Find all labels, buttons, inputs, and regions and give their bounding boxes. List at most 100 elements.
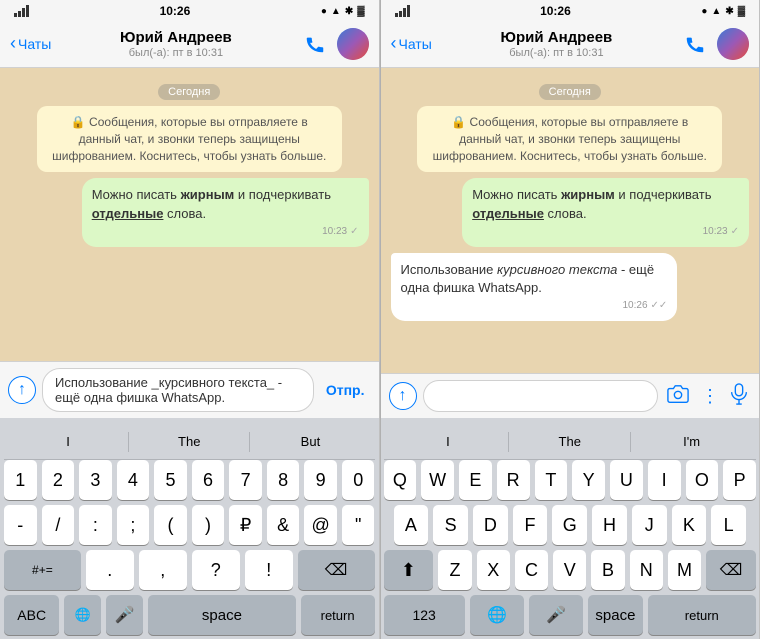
key-space-left[interactable]: space [148,595,296,635]
key-m[interactable]: M [668,550,701,590]
key-1[interactable]: 1 [4,460,37,500]
header-actions-right [681,28,749,60]
key-globe-right[interactable]: 🌐 [470,595,524,635]
key-2[interactable]: 2 [42,460,75,500]
key-amp[interactable]: & [267,505,300,545]
mic-button-right[interactable] [727,381,751,412]
key-y[interactable]: Y [572,460,605,500]
bubble1-time-right: 10:23 [703,225,728,239]
chat-header-left: ‹ Чаты Юрий Андреев был(-а): пт в 10:31 [0,20,379,68]
key-lparen[interactable]: ( [154,505,187,545]
text-input-left[interactable]: Использование _курсивного текста_ - ещё … [42,368,314,412]
key-r[interactable]: R [497,460,530,500]
call-button-left[interactable] [301,30,329,58]
call-button-right[interactable] [681,30,709,58]
key-j[interactable]: J [632,505,667,545]
key-mic-right[interactable]: 🎤 [529,595,583,635]
back-button-right[interactable]: ‹ Чаты [391,33,432,54]
key-3[interactable]: 3 [79,460,112,500]
camera-button-right[interactable] [664,381,692,412]
avatar-left[interactable] [337,28,369,60]
suggestion-but-left[interactable]: But [250,434,370,449]
chat-area-right[interactable]: Сегодня 🔒 Сообщения, которые вы отправля… [381,68,760,373]
scroll-button-left[interactable]: ↑ [8,376,36,404]
key-quote[interactable]: " [342,505,375,545]
key-colon[interactable]: : [79,505,112,545]
key-d[interactable]: D [473,505,508,545]
key-0[interactable]: 0 [342,460,375,500]
key-delete-right[interactable]: ⌫ [706,550,756,590]
chat-area-left[interactable]: Сегодня 🔒 Сообщения, которые вы отправля… [0,68,379,361]
key-return-right[interactable]: return [648,595,756,635]
suggestion-i-right[interactable]: I [388,434,509,449]
key-4[interactable]: 4 [117,460,150,500]
key-exclaim[interactable]: ! [245,550,293,590]
key-z[interactable]: Z [438,550,471,590]
suggestion-the-left[interactable]: The [129,434,249,449]
key-u[interactable]: U [610,460,643,500]
key-123[interactable]: 123 [384,595,465,635]
more-button-right[interactable]: ⋮ [698,384,721,409]
key-q[interactable]: Q [384,460,417,500]
key-x[interactable]: X [477,550,510,590]
key-dash[interactable]: - [4,505,37,545]
key-a[interactable]: A [394,505,429,545]
key-symbol-toggle[interactable]: #+= [4,550,81,590]
key-period[interactable]: . [86,550,134,590]
bubble1-row-left: Можно писать жирным и подчеркивать отдел… [10,178,369,246]
key-v[interactable]: V [553,550,586,590]
key-8[interactable]: 8 [267,460,300,500]
key-question[interactable]: ? [192,550,240,590]
key-5[interactable]: 5 [154,460,187,500]
battery-icon-r: ▓ [738,6,745,17]
bluetooth-icon: ✱ [345,6,353,17]
qwerty-row-4: 123 🌐 🎤 space return [384,595,757,635]
key-globe-left[interactable]: 🌐 [64,595,101,635]
key-delete-left[interactable]: ⌫ [298,550,375,590]
key-s[interactable]: S [433,505,468,545]
key-mic-left[interactable]: 🎤 [106,595,143,635]
key-abc[interactable]: ABC [4,595,59,635]
key-shift[interactable]: ⬆ [384,550,434,590]
key-at[interactable]: @ [304,505,337,545]
key-c[interactable]: C [515,550,548,590]
key-p[interactable]: P [723,460,756,500]
key-n[interactable]: N [630,550,663,590]
key-7[interactable]: 7 [229,460,262,500]
key-return-left[interactable]: return [301,595,375,635]
key-slash[interactable]: / [42,505,75,545]
back-button-left[interactable]: ‹ Чаты [10,33,51,54]
key-g[interactable]: G [552,505,587,545]
key-f[interactable]: F [513,505,548,545]
key-l[interactable]: L [711,505,746,545]
key-e[interactable]: E [459,460,492,500]
key-t[interactable]: T [535,460,568,500]
key-9[interactable]: 9 [304,460,337,500]
key-semicolon[interactable]: ; [117,505,150,545]
input-text-left: Использование _курсивного текста_ - ещё … [55,375,301,405]
key-comma[interactable]: , [139,550,187,590]
text-input-right[interactable] [423,380,659,412]
key-k[interactable]: K [672,505,707,545]
send-button-left[interactable]: Отпр. [320,378,371,402]
bold-underline-word-r: отдельные [472,206,544,221]
bold-underline-word: отдельные [92,206,164,221]
left-panel: 10:26 ● ▲ ✱ ▓ ‹ Чаты Юрий Андреев был(-а… [0,0,380,639]
key-b[interactable]: B [591,550,624,590]
input-area-right: ↑ ⋮ [381,373,760,418]
suggestion-the-right[interactable]: The [509,434,630,449]
avatar-right[interactable] [717,28,749,60]
key-6[interactable]: 6 [192,460,225,500]
key-h[interactable]: H [592,505,627,545]
scroll-button-right[interactable]: ↑ [389,382,417,410]
suggestion-i-left[interactable]: I [8,434,128,449]
suggestions-right: I The I'm [384,424,757,460]
key-i[interactable]: I [648,460,681,500]
status-time-right: 10:26 [410,4,702,18]
key-ruble[interactable]: ₽ [229,505,262,545]
key-w[interactable]: W [421,460,454,500]
key-rparen[interactable]: ) [192,505,225,545]
suggestion-im-right[interactable]: I'm [631,434,752,449]
key-o[interactable]: O [686,460,719,500]
key-space-right[interactable]: space [588,595,642,635]
